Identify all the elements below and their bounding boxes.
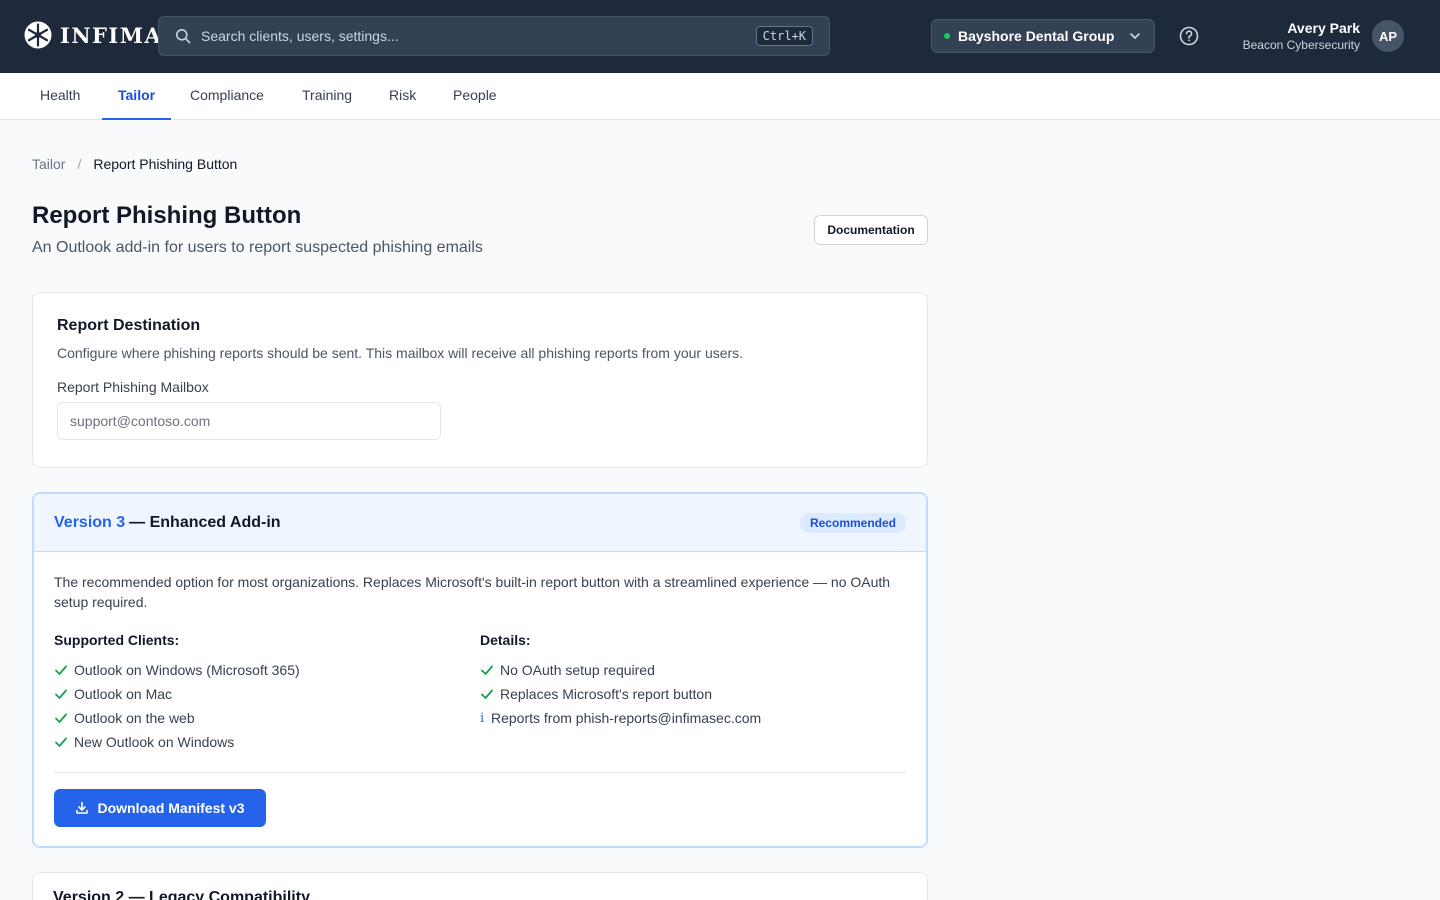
download-icon	[76, 801, 89, 814]
page-title: Report Phishing Button	[32, 202, 302, 229]
client-item-label: Outlook on Windows (Microsoft 365)	[74, 662, 300, 678]
user-menu[interactable]: Avery Park Beacon Cybersecurity	[1243, 20, 1360, 52]
list-item: Outlook on the web	[54, 706, 480, 730]
help-icon[interactable]	[1178, 25, 1200, 47]
recommended-badge: Recommended	[799, 512, 906, 533]
check-icon	[481, 689, 493, 699]
client-status-dot	[944, 33, 950, 39]
detail-item-label: No OAuth setup required	[500, 662, 655, 678]
breadcrumb-parent[interactable]: Tailor	[32, 156, 65, 172]
avatar[interactable]: AP	[1372, 20, 1404, 52]
search-input[interactable]: Search clients, users, settings...	[201, 28, 756, 44]
list-item: Outlook on Mac	[54, 682, 480, 706]
tab-health[interactable]: Health	[24, 73, 96, 120]
list-item: i Reports from phish-reports@infimasec.c…	[480, 706, 906, 730]
list-item: Replaces Microsoft's report button	[480, 682, 906, 706]
brand-name: INFIMA	[60, 22, 163, 48]
details-title: Details:	[480, 632, 531, 648]
report-destination-title: Report Destination	[57, 317, 201, 334]
snowflake-logo-icon	[24, 21, 52, 49]
version3-name: — Enhanced Add-in	[129, 513, 281, 531]
breadcrumb: Tailor / Report Phishing Button	[32, 156, 237, 172]
version2-card: Version 2 — Legacy Compatibility	[32, 872, 928, 900]
search-shortcut-hint: Ctrl+K	[755, 26, 813, 46]
version2-title: Version 2 — Legacy Compatibility	[53, 889, 310, 900]
download-button-label: Download Manifest v3	[97, 800, 245, 816]
mailbox-input[interactable]	[57, 402, 441, 440]
documentation-button[interactable]: Documentation	[814, 215, 928, 245]
client-item-label: New Outlook on Windows	[74, 734, 235, 750]
breadcrumb-separator: /	[77, 156, 82, 172]
list-item: Outlook on Windows (Microsoft 365)	[54, 658, 480, 682]
tab-risk[interactable]: Risk	[373, 73, 432, 120]
check-icon	[481, 665, 493, 675]
tab-tailor[interactable]: Tailor	[102, 73, 172, 120]
report-destination-description: Configure where phishing reports should …	[57, 345, 744, 361]
version3-header: Version 3 — Enhanced Add-in Recommended	[34, 494, 926, 552]
breadcrumb-current: Report Phishing Button	[93, 156, 238, 172]
details-column: Details: No OAuth setup required Replace…	[480, 632, 906, 754]
list-item: No OAuth setup required	[480, 658, 906, 682]
client-selector[interactable]: Bayshore Dental Group	[931, 19, 1155, 53]
main-nav: Health Tailor Compliance Training Risk P…	[0, 73, 1440, 120]
info-icon: i	[480, 710, 485, 726]
list-item: New Outlook on Windows	[54, 730, 480, 754]
check-icon	[55, 665, 67, 675]
tab-training[interactable]: Training	[286, 73, 368, 120]
check-icon	[55, 737, 67, 747]
client-item-label: Outlook on Mac	[74, 686, 173, 702]
supported-clients-column: Supported Clients: Outlook on Windows (M…	[54, 632, 480, 754]
client-selector-label: Bayshore Dental Group	[958, 28, 1115, 44]
user-org: Beacon Cybersecurity	[1242, 38, 1360, 52]
top-bar: INFIMA Search clients, users, settings..…	[0, 0, 1440, 73]
version3-card: Version 3 — Enhanced Add-in Recommended …	[32, 492, 928, 848]
download-manifest-v3-button[interactable]: Download Manifest v3	[54, 789, 266, 827]
detail-item-label: Replaces Microsoft's report button	[500, 686, 712, 702]
detail-item-label: Reports from phish-reports@infimasec.com	[491, 710, 762, 726]
report-destination-card: Report Destination Configure where phish…	[32, 292, 928, 468]
brand-logo[interactable]: INFIMA	[24, 21, 162, 49]
search-icon	[176, 29, 191, 44]
tab-compliance[interactable]: Compliance	[174, 73, 280, 120]
check-icon	[55, 713, 67, 723]
divider	[54, 772, 906, 773]
version3-number: Version 3	[54, 513, 126, 531]
client-item-label: Outlook on the web	[74, 710, 195, 726]
page-subtitle: An Outlook add-in for users to report su…	[32, 239, 483, 256]
mailbox-field-label: Report Phishing Mailbox	[57, 379, 209, 395]
user-name: Avery Park	[1287, 20, 1360, 36]
chevron-down-icon	[1130, 33, 1140, 39]
check-icon	[55, 689, 67, 699]
global-search[interactable]: Search clients, users, settings... Ctrl+…	[158, 16, 830, 56]
version3-intro: The recommended option for most organiza…	[54, 574, 891, 610]
tab-people[interactable]: People	[437, 73, 513, 120]
supported-clients-title: Supported Clients:	[54, 632, 180, 648]
